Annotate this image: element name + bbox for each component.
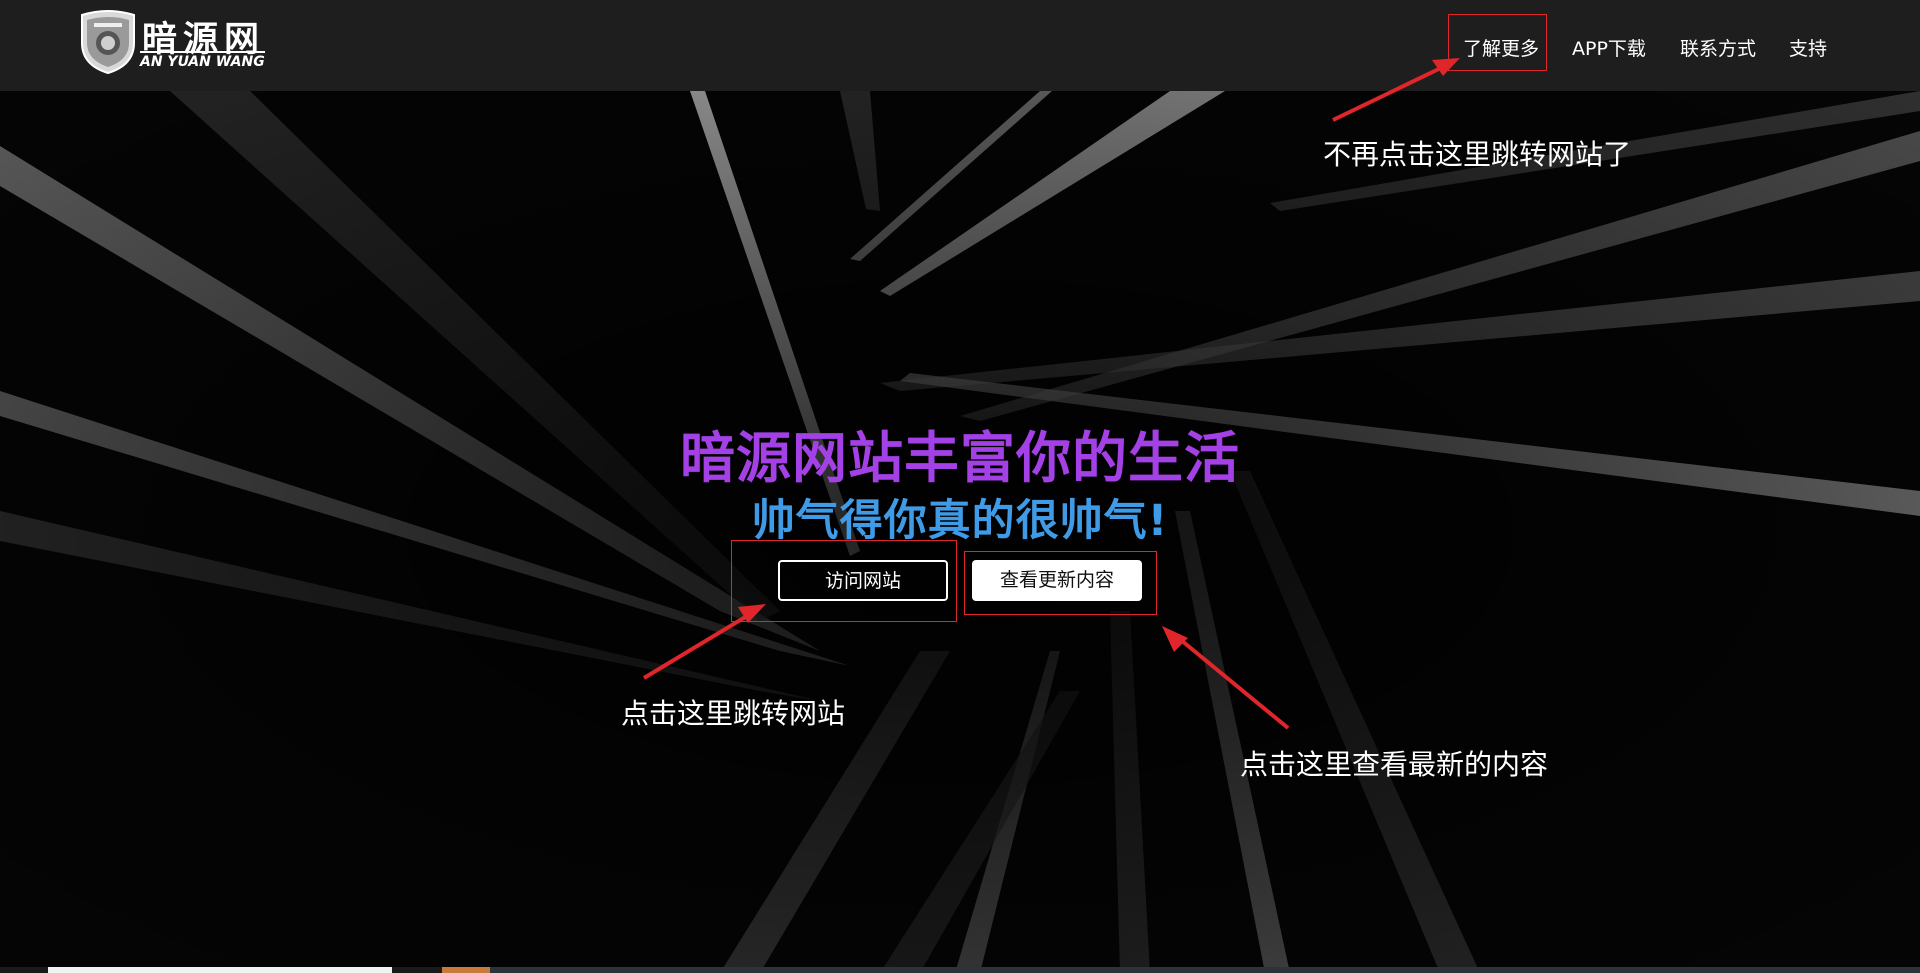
- nav-support[interactable]: 支持: [1789, 34, 1827, 61]
- bottom-segment-orange: [442, 967, 490, 973]
- top-navbar: 暗源网 AN YUAN WANG 了解更多 APP下载 联系方式 支持: [0, 0, 1920, 91]
- nav-app-download[interactable]: APP下载: [1572, 34, 1646, 61]
- visit-highlight-box: [731, 540, 957, 622]
- shield-emblem-icon: [81, 10, 135, 75]
- bottom-segment-light: [48, 967, 392, 973]
- bottom-segment-dark: [490, 967, 1920, 973]
- nav-contact[interactable]: 联系方式: [1680, 34, 1756, 61]
- updates-callout-text: 点击这里查看最新的内容: [1240, 748, 1549, 781]
- updates-highlight-box: [964, 551, 1157, 615]
- logo-subtitle: AN YUAN WANG: [140, 51, 265, 70]
- visit-callout-text: 点击这里跳转网站: [621, 697, 846, 730]
- nav-highlight-box: [1448, 14, 1547, 71]
- nav-callout-text: 不再点击这里跳转网站了: [1323, 138, 1632, 171]
- hero-subheadline: 帅气得你真的很帅气!: [751, 496, 1169, 546]
- site-logo[interactable]: 暗源网 AN YUAN WANG: [78, 9, 265, 75]
- hero-headline: 暗源网站丰富你的生活: [679, 426, 1240, 490]
